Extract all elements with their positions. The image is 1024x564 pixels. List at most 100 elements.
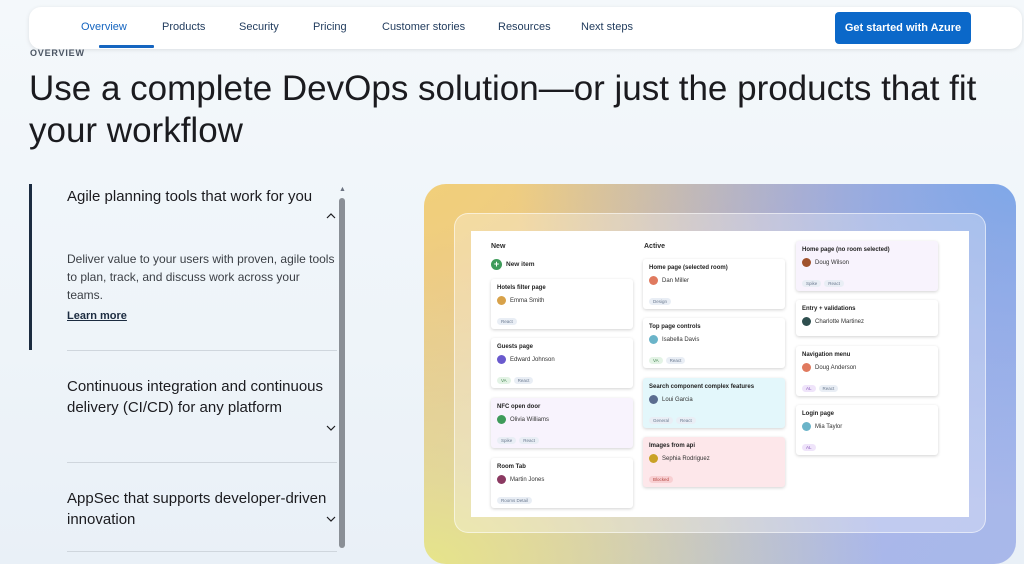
- kanban-card[interactable]: Login page Mia Taylor AL: [796, 405, 938, 455]
- card-tags: Design: [649, 290, 779, 308]
- tag-badge: AL: [802, 385, 816, 392]
- learn-more-link[interactable]: Learn more: [67, 310, 127, 322]
- tag-badge: React: [519, 437, 540, 444]
- nav-active-indicator: [99, 45, 154, 48]
- avatar: [649, 454, 658, 463]
- new-item-label: New item: [506, 261, 535, 269]
- column-title-active: Active: [644, 243, 666, 250]
- scrollbar-thumb[interactable]: [339, 198, 345, 548]
- nav-tab-customer-stories[interactable]: Customer stories: [382, 7, 465, 49]
- card-title: Guests page: [497, 344, 534, 350]
- avatar: [802, 422, 811, 431]
- column-title-new: New: [491, 243, 506, 250]
- accordion-divider: [67, 350, 337, 351]
- eyebrow-label: OVERVIEW: [30, 48, 85, 58]
- tag-badge: React: [497, 318, 517, 325]
- kanban-card[interactable]: Entry + validations Charlotte Martinez: [796, 300, 938, 336]
- card-assignee: Dan Miller: [649, 276, 779, 285]
- avatar: [497, 415, 506, 424]
- kanban-card[interactable]: Search component complex features Loui Ga…: [643, 378, 785, 428]
- nav-tab-security[interactable]: Security: [239, 7, 279, 49]
- card-title: Room Tab: [497, 464, 526, 470]
- tag-badge: VA: [497, 377, 511, 384]
- card-title: Entry + validations: [802, 306, 856, 312]
- kanban-card[interactable]: NFC open door Olivia Williams Spike React: [491, 398, 633, 448]
- tag-badge: React: [818, 385, 839, 392]
- card-tags: Spike React: [497, 429, 627, 447]
- accordion-divider: [67, 551, 337, 552]
- card-tags: Blocked: [649, 468, 779, 486]
- accordion-item-agile-description: Deliver value to your users with proven,…: [67, 252, 335, 302]
- tag-badge: Blocked: [649, 476, 674, 483]
- accordion-item-cicd-title[interactable]: Continuous integration and continuous de…: [67, 376, 329, 418]
- card-title: Login page: [802, 411, 834, 417]
- nav-tab-products[interactable]: Products: [162, 7, 205, 49]
- card-tags: React: [497, 310, 627, 328]
- card-tags: General React: [649, 409, 779, 427]
- avatar: [802, 258, 811, 267]
- tag-badge: React: [824, 280, 845, 287]
- assignee-name: Mia Taylor: [815, 424, 843, 431]
- accordion-active-bar: [29, 184, 32, 350]
- page-title: Use a complete DevOps solution—or just t…: [29, 69, 977, 150]
- tag-badge: React: [513, 377, 534, 384]
- kanban-card[interactable]: Room Tab Martin Jones Rooms Detail: [491, 458, 633, 508]
- kanban-card[interactable]: Guests page Edward Johnson VA React: [491, 338, 633, 388]
- avatar: [802, 363, 811, 372]
- chevron-down-icon[interactable]: [326, 514, 336, 524]
- kanban-card[interactable]: Top page controls Isabella Davis VA React: [643, 318, 785, 368]
- card-title: NFC open door: [497, 404, 541, 410]
- avatar: [649, 335, 658, 344]
- accordion-item-appsec-title[interactable]: AppSec that supports developer-driven in…: [67, 488, 329, 530]
- card-assignee: Edward Johnson: [497, 355, 627, 364]
- card-tags: AL: [802, 436, 932, 454]
- card-title: Hotels filter page: [497, 285, 546, 291]
- kanban-card[interactable]: Hotels filter page Emma Smith React: [491, 279, 633, 329]
- assignee-name: Isabella Davis: [662, 337, 700, 344]
- kanban-board: New Active + New item Hotels filter page E…: [471, 231, 969, 517]
- tag-badge: Spike: [497, 437, 517, 444]
- card-assignee: Doug Wilson: [802, 258, 932, 267]
- assignee-name: Charlotte Martinez: [815, 319, 865, 326]
- nav-tab-overview[interactable]: Overview: [81, 7, 127, 49]
- assignee-name: Dan Miller: [662, 278, 690, 285]
- tag-badge: React: [676, 417, 696, 424]
- accordion-item-agile-title[interactable]: Agile planning tools that work for you: [67, 186, 329, 207]
- tag-badge: Spike: [802, 280, 822, 287]
- card-title: Search component complex features: [649, 384, 755, 390]
- avatar: [497, 475, 506, 484]
- card-tags: Rooms Detail: [497, 489, 627, 507]
- kanban-card[interactable]: Home page (no room selected) Doug Wilson S…: [796, 241, 938, 291]
- get-started-button[interactable]: Get started with Azure: [835, 12, 971, 44]
- chevron-down-icon[interactable]: [326, 423, 336, 433]
- tag-badge: General: [649, 417, 674, 424]
- avatar: [497, 296, 506, 305]
- kanban-card[interactable]: Navigation menu Doug Anderson AL React: [796, 346, 938, 396]
- card-title: Top page controls: [649, 324, 701, 330]
- card-assignee: Mia Taylor: [802, 422, 932, 431]
- tag-badge: VA: [649, 357, 663, 364]
- nav-tab-next-steps[interactable]: Next steps: [581, 7, 633, 49]
- assignee-name: Emma Smith: [510, 298, 545, 305]
- kanban-illustration: New Active + New item Hotels filter page E…: [424, 184, 1016, 564]
- assignee-name: Sephia Rodriguez: [662, 456, 710, 463]
- nav-tab-resources[interactable]: Resources: [498, 7, 551, 49]
- card-title: Home page (no room selected): [802, 247, 890, 253]
- nav-tab-pricing[interactable]: Pricing: [313, 7, 347, 49]
- avatar: [497, 355, 506, 364]
- kanban-card[interactable]: Home page (selected room) Dan Miller Desig…: [643, 259, 785, 309]
- kanban-card[interactable]: Images from api Sephia Rodriguez Blocked: [643, 437, 785, 487]
- plus-icon: +: [491, 259, 502, 270]
- assignee-name: Martin Jones: [510, 477, 545, 484]
- chevron-up-icon[interactable]: [326, 211, 336, 221]
- assignee-name: Edward Johnson: [510, 357, 555, 364]
- assignee-name: Loui Garcia: [662, 397, 693, 404]
- card-assignee: Charlotte Martinez: [802, 317, 932, 326]
- card-assignee: Emma Smith: [497, 296, 627, 305]
- scroll-up-arrow-icon[interactable]: ▲: [339, 186, 346, 193]
- accordion-divider: [67, 462, 337, 463]
- new-item-button: + New item: [491, 259, 535, 270]
- card-assignee: Doug Anderson: [802, 363, 932, 372]
- avatar: [649, 395, 658, 404]
- card-assignee: Sephia Rodriguez: [649, 454, 779, 463]
